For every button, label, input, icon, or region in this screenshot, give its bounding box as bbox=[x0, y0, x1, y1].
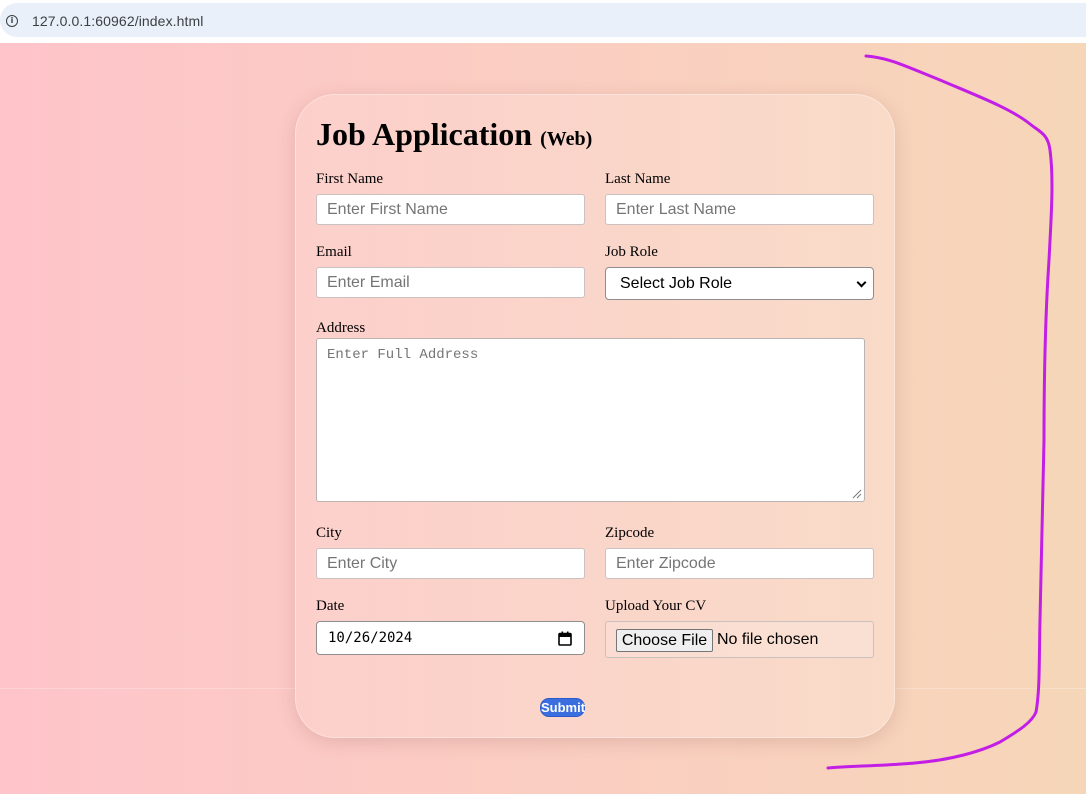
date-value: 10/26/2024 bbox=[328, 630, 413, 646]
first-name-label: First Name bbox=[316, 171, 384, 187]
zipcode-label: Zipcode bbox=[605, 525, 655, 541]
job-role-select[interactable]: Select Job Role bbox=[605, 267, 874, 300]
address-label: Address bbox=[316, 320, 366, 336]
job-role-label: Job Role bbox=[605, 244, 658, 260]
title-text: Job Application bbox=[316, 116, 533, 152]
resize-grip-icon[interactable] bbox=[852, 489, 862, 499]
file-status-text: No file chosen bbox=[717, 631, 819, 648]
email-label: Email bbox=[316, 244, 352, 260]
choose-file-button[interactable]: Choose File bbox=[616, 629, 713, 652]
cv-file-input[interactable]: Choose File No file chosen bbox=[605, 621, 874, 658]
city-input[interactable] bbox=[316, 548, 585, 579]
date-input[interactable]: 10/26/2024 bbox=[316, 621, 585, 655]
city-label: City bbox=[316, 525, 342, 541]
zipcode-input[interactable] bbox=[605, 548, 874, 579]
browser-address-bar: i 127.0.0.1:60962/index.html bbox=[0, 0, 1086, 43]
cv-upload-label: Upload Your CV bbox=[605, 598, 707, 614]
submit-button[interactable]: Submit bbox=[540, 698, 585, 717]
url-text[interactable]: 127.0.0.1:60962/index.html bbox=[32, 13, 204, 29]
info-circle-icon[interactable]: i bbox=[6, 15, 18, 27]
last-name-label: Last Name bbox=[605, 171, 671, 187]
page-title: Job Application (Web) bbox=[316, 116, 592, 153]
chevron-down-icon bbox=[856, 277, 867, 288]
date-label: Date bbox=[316, 598, 345, 614]
job-role-selected: Select Job Role bbox=[620, 275, 733, 292]
url-field[interactable]: i 127.0.0.1:60962/index.html bbox=[0, 3, 1086, 37]
address-textarea[interactable] bbox=[316, 338, 865, 502]
email-input[interactable] bbox=[316, 267, 585, 298]
last-name-input[interactable] bbox=[605, 194, 874, 225]
first-name-input[interactable] bbox=[316, 194, 585, 225]
title-suffix: (Web) bbox=[540, 128, 593, 150]
calendar-icon[interactable] bbox=[558, 631, 572, 646]
